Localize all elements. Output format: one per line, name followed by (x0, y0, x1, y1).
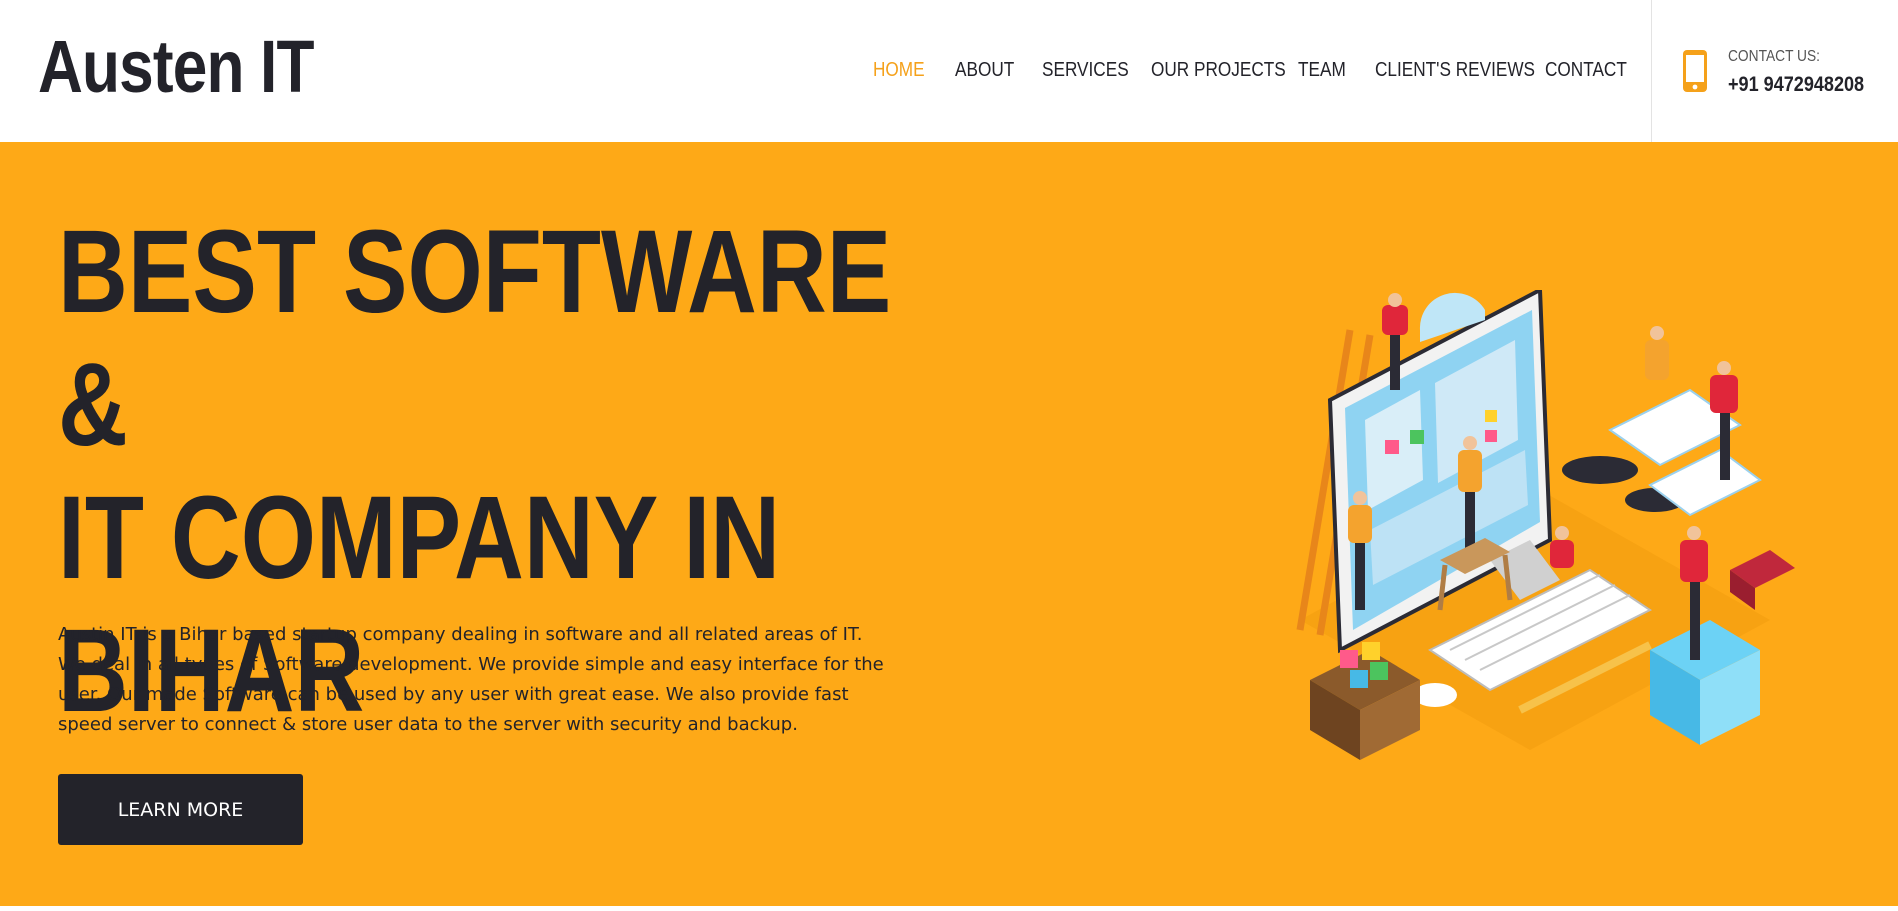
isometric-team-illustration (1296, 290, 1795, 760)
nav-item-team[interactable]: TEAM (1298, 52, 1346, 88)
hero-title-line-2: IT COMPANY IN (58, 472, 781, 604)
hero-bottom-border (0, 906, 1898, 911)
main-nav: HOME ABOUT SERVICES OUR PROJECTS TEAM CL… (0, 52, 1898, 88)
nav-item-about[interactable]: ABOUT (955, 52, 1014, 88)
nav-item-services[interactable]: SERVICES (1042, 52, 1129, 88)
nav-item-our-projects[interactable]: OUR PROJECTS (1151, 52, 1286, 88)
nav-item-home[interactable]: HOME (873, 52, 925, 88)
contact-label: CONTACT US: (1728, 48, 1820, 65)
hero-title-line-1: BEST SOFTWARE & (58, 206, 892, 471)
hero-description: Austin IT is a Bihar based startup compa… (58, 624, 884, 735)
nav-item-clients-reviews[interactable]: CLIENT'S REVIEWS (1375, 52, 1535, 88)
hero-section: BEST SOFTWARE & IT COMPANY IN BIHAR Aust… (0, 142, 1898, 906)
contact-phone[interactable]: +91 9472948208 (1728, 73, 1864, 97)
site-header: Austen IT HOME ABOUT SERVICES OUR PROJEC… (0, 0, 1898, 142)
nav-item-contact[interactable]: CONTACT (1545, 52, 1627, 88)
header-contact: CONTACT US: +91 9472948208 (1651, 0, 1898, 142)
learn-more-button[interactable]: LEARN MORE (58, 774, 303, 845)
mobile-phone-icon (1683, 50, 1707, 92)
